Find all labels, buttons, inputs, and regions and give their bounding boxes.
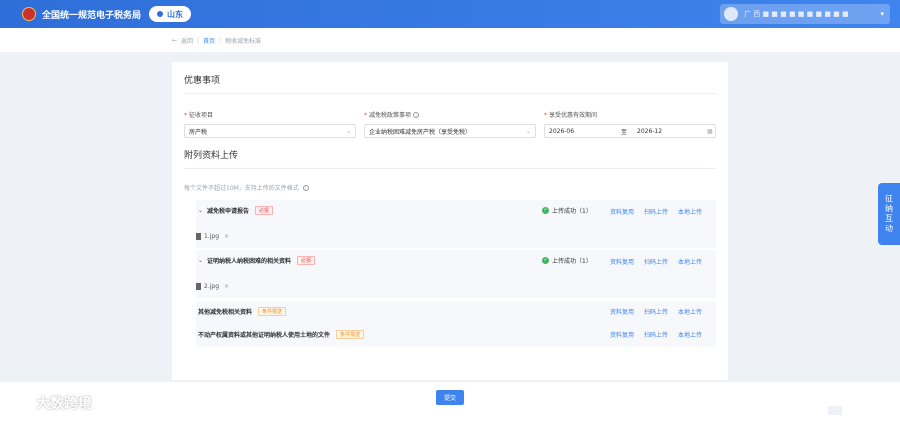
section-title-preferential: 优惠事项 [184,76,221,86]
field-label-period: * 享受优惠有效期间 [544,112,598,119]
date-separator: 至 [621,128,628,136]
scan-upload-button[interactable]: 扫码上传 [644,257,668,266]
levy-item-select[interactable]: 房产税 ⌄ [184,124,356,138]
top-bar: 全国统一规范电子税务局 山东 广 西 ■ ■ ■ ■ ■ ■ ■ ■ ■ ■ ▾ [0,0,900,28]
upload-hint: 每个文件不超过10M，支持上传的文件格式 i [184,183,309,192]
reuse-button[interactable]: 资料复用 [610,330,634,339]
chevron-down-icon[interactable]: ⌄ [198,257,203,264]
chevron-down-icon[interactable]: ⌄ [198,207,203,214]
section-title-attachments: 附列资料上传 [184,151,239,161]
info-icon[interactable]: i [413,112,420,118]
breadcrumb-separator: / [219,36,222,44]
info-icon[interactable]: i [302,185,309,191]
levy-item-value: 房产税 [189,128,208,136]
watermark: 大数跨境 [6,393,92,413]
upload-status: ✓ 上传成功（1） [542,257,592,265]
submit-button[interactable]: 提交 [436,390,464,405]
watermark-logo-icon [6,394,30,412]
required-badge: 必报 [255,205,274,215]
chevron-down-icon: ▾ [880,10,884,18]
file-icon [196,283,201,290]
region-switcher[interactable]: 山东 [149,6,192,22]
tax-emblem-icon [22,7,36,21]
side-tab-char: 互 [885,214,893,223]
policy-value: 企业纳税困难减免房产税（享受免税） [369,128,472,136]
attachment-label: 证明纳税人纳税困难的相关资料 [207,257,292,265]
back-link[interactable]: 返回 [181,36,193,45]
local-upload-button[interactable]: 本地上传 [678,330,702,339]
attachment-row: 其他减免税相关资料 条件报送 [196,301,716,321]
chevron-down-icon: ⌄ [345,128,351,135]
file-item[interactable]: 2.jpg × [196,283,229,290]
location-icon [157,11,164,17]
check-circle-icon: ✓ [542,257,549,264]
scan-upload-button[interactable]: 扫码上传 [644,330,668,339]
footer-widget[interactable] [828,406,842,415]
side-interaction-tab[interactable]: 征 纳 互 动 [878,183,900,245]
divider [184,93,716,94]
upload-status: ✓ 上传成功（1） [542,207,592,215]
side-tab-char: 动 [885,224,893,233]
user-menu[interactable]: 广 西 ■ ■ ■ ■ ■ ■ ■ ■ ■ ■ ▾ [720,4,890,24]
attachment-row: 不动产权属资料或其他证明纳税人使用土地的文件 条件报送 [196,324,716,344]
required-badge: 必报 [297,255,316,265]
attachment-label: 不动产权属资料或其他证明纳税人使用土地的文件 [198,331,331,339]
remove-file-icon[interactable]: × [224,283,229,290]
scan-upload-button[interactable]: 扫码上传 [644,307,668,316]
region-label: 山东 [167,9,184,19]
local-upload-button[interactable]: 本地上传 [678,257,702,266]
divider [184,168,716,169]
attachment-label: 其他减免税相关资料 [198,308,253,316]
policy-select[interactable]: 企业纳税困难减免房产税（享受免税） ⌄ [364,124,536,138]
reuse-button[interactable]: 资料复用 [610,207,634,216]
avatar [724,7,738,21]
local-upload-button[interactable]: 本地上传 [678,207,702,216]
field-label-levy-item: * 征收项目 [184,112,214,119]
scan-upload-button[interactable]: 扫码上传 [644,207,668,216]
watermark-text: 大数跨境 [36,396,92,412]
side-tab-char: 纳 [885,204,893,213]
attachment-row: ⌄ 减免税申请报告 必报 [196,200,716,220]
attachment-label: 减免税申请报告 [207,207,250,215]
breadcrumb-home[interactable]: 首页 [203,36,215,45]
date-end[interactable]: 2026-12 [637,128,707,135]
user-name: 广 西 ■ ■ ■ ■ ■ ■ ■ ■ ■ ■ [744,10,849,18]
breadcrumb: ← 返回 | 首页 / 税收减免标准 [0,28,900,52]
breadcrumb-current: 税收减免标准 [225,37,262,45]
back-arrow-icon[interactable]: ← [172,37,177,44]
reuse-button[interactable]: 资料复用 [610,257,634,266]
date-start[interactable]: 2026-06 [549,128,621,135]
period-date-range[interactable]: 2026-06 至 2026-12 ▦ [544,124,716,138]
field-label-policy: * 减免税政策事项 i [364,110,420,119]
conditional-badge: 条件报送 [258,306,287,316]
file-icon [196,233,201,240]
side-tab-char: 征 [885,194,893,203]
check-circle-icon: ✓ [542,207,549,214]
reuse-button[interactable]: 资料复用 [610,307,634,316]
chevron-down-icon: ⌄ [525,128,531,135]
breadcrumb-divider: | [197,36,200,44]
conditional-badge: 条件报送 [336,329,365,339]
calendar-icon: ▦ [707,127,713,135]
file-item[interactable]: 1.jpg × [196,233,229,240]
main-card: 优惠事项 * 征收项目 房产税 ⌄ * 减免税政策事项 i 企业纳税困难减免房产税（享… [172,62,728,380]
local-upload-button[interactable]: 本地上传 [678,307,702,316]
app-title: 全国统一规范电子税务局 [42,10,142,21]
attachment-row: ⌄ 证明纳税人纳税困难的相关资料 必报 [196,250,716,270]
remove-file-icon[interactable]: × [224,233,229,240]
